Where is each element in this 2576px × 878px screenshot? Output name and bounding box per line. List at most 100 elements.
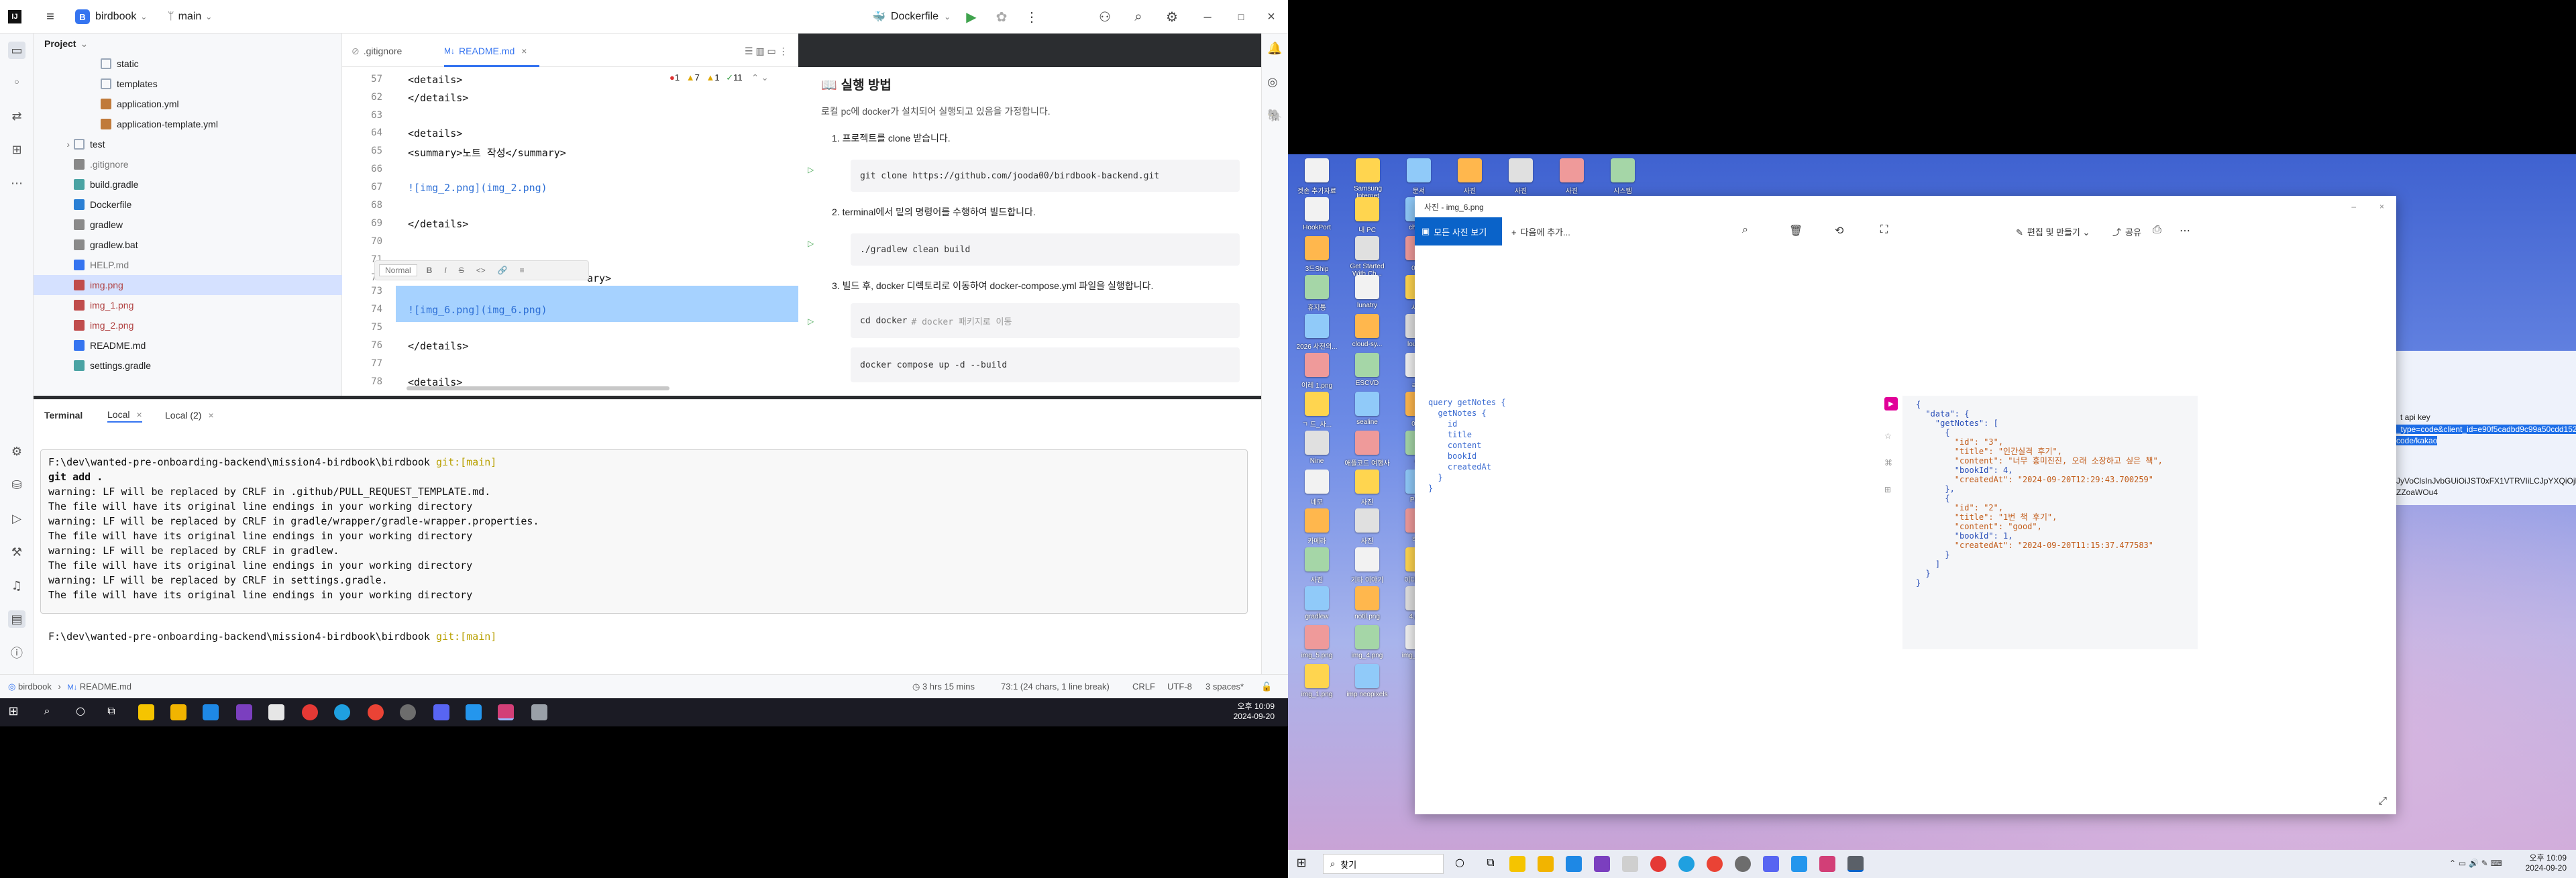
- minimize-icon[interactable]: –: [2351, 202, 2356, 211]
- taskbar-clock[interactable]: 오후 10:09 2024-09-20: [1234, 702, 1275, 722]
- list-button[interactable]: ≡: [520, 266, 525, 275]
- main-menu-icon[interactable]: ≡: [40, 7, 60, 27]
- search-box[interactable]: ⌕ 찾기: [1323, 854, 1444, 874]
- rotate-icon[interactable]: ⟲: [1835, 224, 1843, 237]
- paragraph-style-select[interactable]: Normal: [379, 264, 417, 276]
- add-to-button[interactable]: + 다음에 추가...: [1511, 225, 1570, 238]
- run-tool-icon[interactable]: ▷: [8, 510, 25, 527]
- desktop-icon[interactable]: 사진: [1446, 158, 1493, 195]
- lock-icon[interactable]: 🔓: [1261, 681, 1272, 692]
- intellij-icon[interactable]: [1819, 856, 1835, 872]
- tab-gitignore[interactable]: ⊘ .gitignore: [352, 43, 402, 59]
- nav-arrows-icon[interactable]: ⌃ ⌄: [751, 72, 768, 83]
- desktop-icon[interactable]: 휴지통: [1293, 275, 1340, 312]
- file-explorer-icon[interactable]: [1538, 856, 1554, 872]
- chrome-icon[interactable]: [302, 704, 318, 720]
- desktop-icon[interactable]: ESCVD: [1344, 353, 1391, 387]
- tree-item[interactable]: application.yml: [34, 94, 342, 114]
- docker-icon[interactable]: [466, 704, 482, 720]
- terminal-tool-icon[interactable]: ▤: [8, 610, 25, 628]
- desktop-icon[interactable]: Get Started With Ch...: [1344, 236, 1391, 278]
- chrome-icon[interactable]: [368, 704, 384, 720]
- run-gutter-icon[interactable]: ▷: [808, 165, 814, 174]
- file-encoding[interactable]: UTF-8: [1167, 681, 1192, 692]
- desktop-icon[interactable]: 3드Ship: [1293, 236, 1340, 273]
- code-button[interactable]: <>: [476, 266, 486, 275]
- desktop-icon[interactable]: notil.png: [1344, 586, 1391, 620]
- cortana-icon[interactable]: ○: [72, 704, 89, 720]
- italic-button[interactable]: I: [444, 266, 446, 275]
- tree-item[interactable]: .gitignore: [34, 154, 342, 174]
- close-icon[interactable]: ×: [2379, 202, 2384, 211]
- bold-button[interactable]: B: [427, 266, 433, 275]
- desktop-icon[interactable]: 사진: [1293, 547, 1340, 584]
- desktop-icon[interactable]: 사진: [1497, 158, 1544, 195]
- app-logo-icon[interactable]: IJ: [8, 7, 21, 27]
- desktop-icon[interactable]: img_4.png: [1344, 625, 1391, 659]
- tree-item[interactable]: img.png: [34, 275, 342, 295]
- tree-item[interactable]: HELP.md: [34, 255, 342, 275]
- run-icon[interactable]: ▶: [961, 7, 981, 27]
- tab-readme[interactable]: M↓ README.md ×: [444, 43, 527, 59]
- all-photos-button[interactable]: ▣ 모든 사진 보기: [1415, 217, 1502, 245]
- tree-item[interactable]: img_2.png: [34, 315, 342, 335]
- build-tool-icon[interactable]: ⚒: [8, 543, 25, 561]
- tree-item[interactable]: img_1.png: [34, 295, 342, 315]
- share-button[interactable]: ⤴ 공유: [2112, 225, 2141, 238]
- tab-local[interactable]: Local ×: [107, 408, 142, 423]
- horizontal-scrollbar[interactable]: [407, 386, 669, 390]
- run-config-selector[interactable]: 🐳 Dockerfile ⌄: [872, 7, 951, 27]
- desktop-icon[interactable]: 네모: [1293, 470, 1340, 506]
- store-icon[interactable]: [1622, 856, 1638, 872]
- photos-icon[interactable]: [1847, 856, 1864, 872]
- close-tab-icon[interactable]: ×: [208, 410, 213, 421]
- breadcrumb[interactable]: ◎ birdbook › M↓ README.md: [8, 681, 131, 692]
- discord-icon[interactable]: [1763, 856, 1779, 872]
- minimize-icon[interactable]: –: [1197, 7, 1218, 27]
- run-gutter-icon[interactable]: ▷: [808, 239, 814, 248]
- search-icon[interactable]: ⌕: [1128, 7, 1148, 27]
- zoom-icon[interactable]: ⌕: [1742, 224, 1748, 236]
- chrome-icon[interactable]: [1707, 856, 1723, 872]
- desktop-icon[interactable]: lunatry: [1344, 275, 1391, 309]
- desktop-icon[interactable]: gradlew: [1293, 586, 1340, 620]
- desktop-icon[interactable]: 이레 1.png: [1293, 353, 1340, 390]
- indent-setting[interactable]: 3 spaces*: [1205, 681, 1244, 692]
- project-switcher[interactable]: B birdbook ⌄: [75, 7, 147, 27]
- structure-icon[interactable]: ⊞: [8, 141, 25, 158]
- tree-item[interactable]: README.md: [34, 335, 342, 355]
- editor-view-toggles[interactable]: ☰ ▥ ▭ ⋮: [745, 43, 788, 59]
- edit-create-button[interactable]: ✎ 편집 및 만들기 ⌄: [2016, 225, 2090, 238]
- desktop-icon[interactable]: cloud-sy...: [1344, 314, 1391, 348]
- desktop-icon[interactable]: Samsung Internet: [1344, 158, 1391, 200]
- vscode-icon[interactable]: [203, 704, 219, 720]
- more-icon[interactable]: ⋯: [2180, 224, 2190, 237]
- chrome-icon[interactable]: [1650, 856, 1666, 872]
- fullscreen-icon[interactable]: ⤢: [2378, 794, 2387, 808]
- tree-item[interactable]: templates: [34, 74, 342, 94]
- desktop-icon[interactable]: 카메라: [1293, 508, 1340, 545]
- file-explorer-icon[interactable]: [170, 704, 186, 720]
- run-gutter-icon[interactable]: ▷: [808, 317, 814, 326]
- branch-switcher[interactable]: ᛘ main ⌄: [168, 7, 212, 27]
- add-user-icon[interactable]: ⚇: [1095, 7, 1115, 27]
- tree-item[interactable]: › test: [34, 134, 342, 154]
- time-tracker[interactable]: ◷ 3 hrs 15 mins: [912, 681, 975, 692]
- start-icon[interactable]: ⊞: [5, 704, 21, 720]
- debug-icon[interactable]: ✿: [991, 7, 1012, 27]
- desktop-icon[interactable]: 기타 이야기: [1344, 547, 1391, 584]
- tab-local-2[interactable]: Local (2) ×: [165, 408, 214, 423]
- delete-icon[interactable]: 🗑: [1789, 224, 1803, 237]
- desktop-icon[interactable]: ㄱ 드_사...: [1293, 392, 1340, 429]
- tree-item[interactable]: Dockerfile: [34, 195, 342, 215]
- strikethrough-button[interactable]: S: [459, 266, 464, 275]
- services-icon[interactable]: ⚙: [8, 443, 25, 460]
- desktop-icon[interactable]: 내 PC: [1344, 197, 1391, 234]
- desktop-icon[interactable]: 2026 사전의...: [1293, 314, 1340, 351]
- code-editor[interactable]: 576263646566676869707172737475767778 <de…: [342, 67, 1140, 396]
- desktop-icon[interactable]: 사진: [1344, 470, 1391, 506]
- line-separator[interactable]: CRLF: [1132, 681, 1155, 692]
- store-icon[interactable]: [268, 704, 284, 720]
- tree-item[interactable]: application-template.yml: [34, 114, 342, 134]
- pull-requests-icon[interactable]: ⇄: [8, 107, 25, 125]
